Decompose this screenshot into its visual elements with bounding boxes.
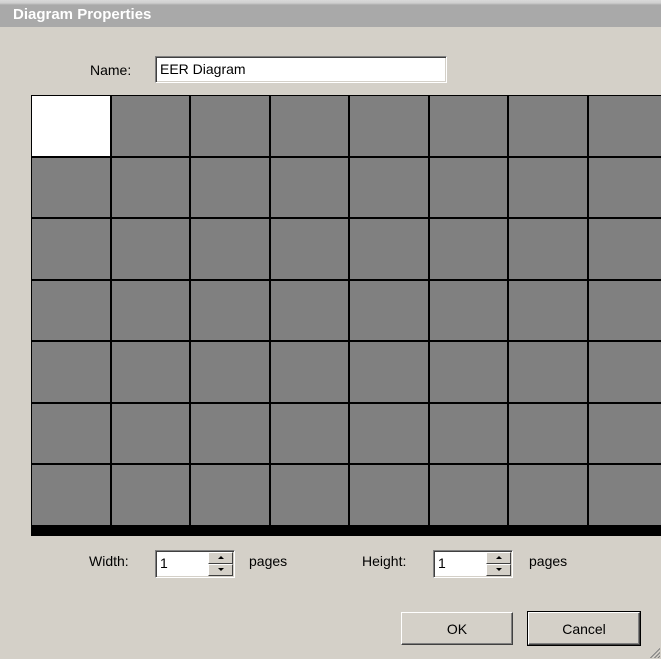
page-cell[interactable] bbox=[271, 404, 348, 463]
page-cell[interactable] bbox=[112, 96, 189, 156]
page-cell[interactable] bbox=[430, 404, 507, 463]
page-cell[interactable] bbox=[509, 342, 587, 402]
cancel-button[interactable]: Cancel bbox=[527, 611, 641, 646]
page-cell[interactable] bbox=[589, 281, 661, 340]
page-cell[interactable] bbox=[430, 219, 507, 279]
name-input[interactable] bbox=[160, 60, 444, 78]
page-cell[interactable] bbox=[112, 465, 189, 525]
height-spin-down-button[interactable] bbox=[486, 564, 511, 576]
width-spin-down-button[interactable] bbox=[208, 564, 233, 576]
width-stepper[interactable] bbox=[155, 550, 235, 578]
page-cell[interactable] bbox=[271, 281, 348, 340]
page-cell[interactable] bbox=[509, 158, 587, 217]
page-cell[interactable] bbox=[350, 158, 428, 217]
page-cell[interactable] bbox=[271, 219, 348, 279]
height-label: Height: bbox=[362, 553, 407, 569]
width-label: Width: bbox=[89, 553, 129, 569]
page-cell[interactable] bbox=[430, 158, 507, 217]
arrow-down-icon bbox=[495, 568, 502, 571]
width-unit-label: pages bbox=[249, 553, 288, 569]
page-cell[interactable] bbox=[589, 404, 661, 463]
page-grid[interactable] bbox=[31, 95, 661, 536]
page-cell[interactable] bbox=[350, 465, 428, 525]
page-cell[interactable] bbox=[589, 465, 661, 525]
page-cell[interactable] bbox=[271, 465, 348, 525]
ok-button[interactable]: OK bbox=[401, 612, 513, 645]
page-cell[interactable] bbox=[191, 342, 269, 402]
page-cell[interactable] bbox=[509, 219, 587, 279]
page-cell[interactable] bbox=[350, 96, 428, 156]
window-title: Diagram Properties bbox=[13, 6, 152, 23]
height-input[interactable] bbox=[438, 554, 483, 572]
page-cell[interactable] bbox=[509, 404, 587, 463]
page-cell[interactable] bbox=[191, 158, 269, 217]
page-cell[interactable] bbox=[32, 281, 110, 340]
arrow-down-icon bbox=[217, 568, 224, 571]
page-cell[interactable] bbox=[191, 219, 269, 279]
page-cell[interactable] bbox=[271, 158, 348, 217]
page-cell[interactable] bbox=[350, 404, 428, 463]
page-cell[interactable] bbox=[589, 96, 661, 156]
page-cell[interactable] bbox=[589, 342, 661, 402]
page-cell[interactable] bbox=[430, 96, 507, 156]
page-cell[interactable] bbox=[112, 404, 189, 463]
width-input[interactable] bbox=[160, 554, 205, 572]
page-cell[interactable] bbox=[350, 219, 428, 279]
page-cell[interactable] bbox=[271, 342, 348, 402]
height-unit-label: pages bbox=[529, 553, 568, 569]
page-cell[interactable] bbox=[430, 465, 507, 525]
page-cell[interactable] bbox=[112, 158, 189, 217]
arrow-up-icon bbox=[217, 556, 224, 559]
height-stepper[interactable] bbox=[433, 550, 513, 578]
page-cell[interactable] bbox=[191, 404, 269, 463]
page-cell[interactable] bbox=[430, 281, 507, 340]
page-cell[interactable] bbox=[32, 465, 110, 525]
page-cell[interactable] bbox=[509, 96, 587, 156]
page-cell[interactable] bbox=[509, 465, 587, 525]
name-input-box[interactable] bbox=[155, 56, 447, 83]
page-cell[interactable] bbox=[191, 96, 269, 156]
name-label: Name: bbox=[90, 62, 132, 78]
page-cell[interactable] bbox=[32, 219, 110, 279]
page-cell[interactable] bbox=[112, 219, 189, 279]
page-cell[interactable] bbox=[430, 342, 507, 402]
page-cell[interactable] bbox=[589, 158, 661, 217]
page-cell[interactable] bbox=[112, 342, 189, 402]
page-cell[interactable] bbox=[32, 404, 110, 463]
page-cell[interactable] bbox=[112, 281, 189, 340]
page-cell-selected[interactable] bbox=[32, 96, 110, 156]
page-cell[interactable] bbox=[191, 465, 269, 525]
page-cell[interactable] bbox=[350, 342, 428, 402]
arrow-up-icon bbox=[495, 556, 502, 559]
resize-grip-icon[interactable] bbox=[647, 645, 660, 658]
page-cell[interactable] bbox=[589, 219, 661, 279]
page-cell[interactable] bbox=[191, 281, 269, 340]
height-spin-up-button[interactable] bbox=[486, 552, 511, 564]
page-cell[interactable] bbox=[271, 96, 348, 156]
page-cell[interactable] bbox=[32, 342, 110, 402]
title-bar[interactable]: Diagram Properties bbox=[0, 0, 661, 27]
page-cell[interactable] bbox=[509, 281, 587, 340]
width-spin-up-button[interactable] bbox=[208, 552, 233, 564]
page-cell[interactable] bbox=[32, 158, 110, 217]
page-cell[interactable] bbox=[350, 281, 428, 340]
